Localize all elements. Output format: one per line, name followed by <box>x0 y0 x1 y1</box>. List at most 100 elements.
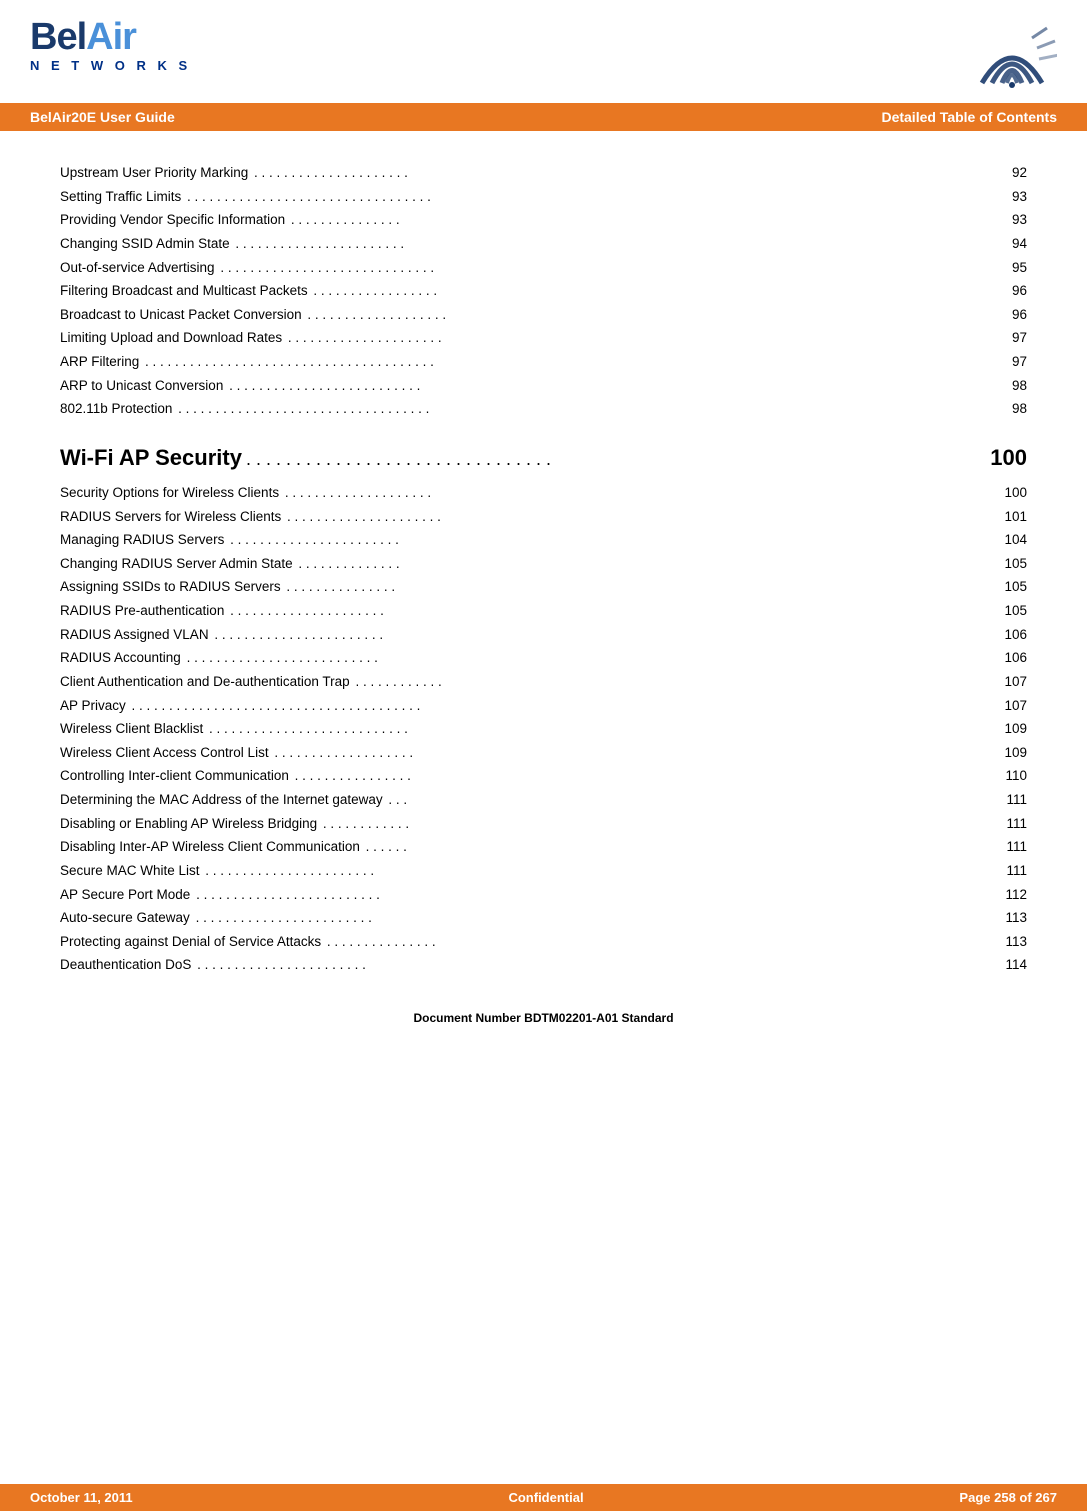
main-content: Upstream User Priority Marking . . . . .… <box>0 131 1087 1007</box>
toc-label: Managing RADIUS Servers <box>60 528 224 552</box>
toc-label: Controlling Inter-client Communication <box>60 764 289 788</box>
toc-label: Security Options for Wireless Clients <box>60 481 279 505</box>
toc-page: 96 <box>1012 279 1027 303</box>
toc-label: Broadcast to Unicast Packet Conversion <box>60 303 302 327</box>
toc-page: 95 <box>1012 256 1027 280</box>
belair-logo-text: BelAir <box>30 18 136 56</box>
footer-doc-number: Document Number BDTM02201-A01 Standard <box>0 1007 1087 1029</box>
toc-page: 105 <box>1004 599 1027 623</box>
section-heading-dots: . . . . . . . . . . . . . . . . . . . . … <box>246 449 986 470</box>
toc-page: 93 <box>1012 185 1027 209</box>
toc-label: RADIUS Servers for Wireless Clients <box>60 505 281 529</box>
toc-label: 802.11b Protection <box>60 397 172 421</box>
toc-dots: . . . . . . . . . . . . . . . . <box>291 764 1004 788</box>
toc-dots: . . . . . . . . . . . . . . . . . . . . … <box>193 953 1003 977</box>
toc-dots: . . . . . . . . . . . . . . . . . . . . … <box>183 185 1010 209</box>
toc-page: 107 <box>1004 694 1027 718</box>
toc-dots: . . . . . . . . . . . . . . . . . . . . … <box>226 599 1002 623</box>
toc-row-secure-port: AP Secure Port Mode . . . . . . . . . . … <box>60 883 1027 907</box>
toc-row-filtering: Filtering Broadcast and Multicast Packet… <box>60 279 1027 303</box>
toc-label: Filtering Broadcast and Multicast Packet… <box>60 279 308 303</box>
toc-row-traffic: Setting Traffic Limits . . . . . . . . .… <box>60 185 1027 209</box>
toc-row-deauth-dos: Deauthentication DoS . . . . . . . . . .… <box>60 953 1027 977</box>
toc-row-arp-unicast: ARP to Unicast Conversion . . . . . . . … <box>60 374 1027 398</box>
toc-page: 110 <box>1005 764 1027 788</box>
toc-label: Assigning SSIDs to RADIUS Servers <box>60 575 281 599</box>
toc-label: RADIUS Accounting <box>60 646 181 670</box>
toc-page: 97 <box>1012 326 1027 350</box>
toc-page: 111 <box>1006 859 1027 883</box>
toc-row-broadcast: Broadcast to Unicast Packet Conversion .… <box>60 303 1027 327</box>
toc-row-arp-filtering: ARP Filtering . . . . . . . . . . . . . … <box>60 350 1027 374</box>
toc-dots: . . . . . . <box>362 835 1005 859</box>
toc-label: Changing SSID Admin State <box>60 232 230 256</box>
toc-row-assigning-ssids: Assigning SSIDs to RADIUS Servers . . . … <box>60 575 1027 599</box>
toc-dots: . . . . . . . . . . . . . . . . . <box>310 279 1010 303</box>
logo-networks: N E T W O R K S <box>30 58 191 73</box>
section-heading-page: 100 <box>990 445 1027 471</box>
wifi-signal-icon <box>967 18 1057 88</box>
toc-page: 101 <box>1004 505 1027 529</box>
toc-dots: . . . . . . . . . . . . . . . . . . . . … <box>202 859 1005 883</box>
toc-label: Disabling Inter-AP Wireless Client Commu… <box>60 835 360 859</box>
footer-confidential: Confidential <box>508 1490 583 1505</box>
toc-row-disabling-inter-ap: Disabling Inter-AP Wireless Client Commu… <box>60 835 1027 859</box>
toc-row-denial-of-service: Protecting against Denial of Service Att… <box>60 930 1027 954</box>
toc-row-disabling-bridging: Disabling or Enabling AP Wireless Bridgi… <box>60 812 1027 836</box>
toc-dots: . . . . . . . . . . . . . . . . . . . <box>304 303 1010 327</box>
toc-dots: . . . . . . . . . . . . . . . . . . . . <box>281 481 1002 505</box>
toc-dots: . . . . . . . . . . . . <box>352 670 1003 694</box>
banner-title: BelAir20E User Guide <box>30 109 175 125</box>
toc-dots: . . . . . . . . . . . . . . <box>295 552 1003 576</box>
toc-dots: . . . <box>385 788 1005 812</box>
banner-subtitle: Detailed Table of Contents <box>881 109 1057 125</box>
toc-row-security-options: Security Options for Wireless Clients . … <box>60 481 1027 505</box>
toc-dots: . . . . . . . . . . . . . . . . . . . . … <box>141 350 1010 374</box>
toc-label: Deauthentication DoS <box>60 953 191 977</box>
toc-page: 114 <box>1005 953 1027 977</box>
toc-page: 97 <box>1012 350 1027 374</box>
toc-label: RADIUS Pre-authentication <box>60 599 224 623</box>
toc-row-upstream: Upstream User Priority Marking . . . . .… <box>60 161 1027 185</box>
toc-dots: . . . . . . . . . . . . . . . . . . . . … <box>283 505 1002 529</box>
toc-page: 107 <box>1004 670 1027 694</box>
toc-label: RADIUS Assigned VLAN <box>60 623 209 647</box>
toc-row-blacklist: Wireless Client Blacklist . . . . . . . … <box>60 717 1027 741</box>
toc-page: 111 <box>1006 788 1027 812</box>
toc-label: Setting Traffic Limits <box>60 185 181 209</box>
toc-page: 109 <box>1004 717 1027 741</box>
footer: October 11, 2011 Confidential Page 258 o… <box>0 1484 1087 1511</box>
toc-label: AP Secure Port Mode <box>60 883 190 907</box>
toc-row-vendor: Providing Vendor Specific Information . … <box>60 208 1027 232</box>
toc-row-managing-radius: Managing RADIUS Servers . . . . . . . . … <box>60 528 1027 552</box>
toc-row-auto-secure: Auto-secure Gateway . . . . . . . . . . … <box>60 906 1027 930</box>
toc-row-acl: Wireless Client Access Control List . . … <box>60 741 1027 765</box>
toc-row-mac-address: Determining the MAC Address of the Inter… <box>60 788 1027 812</box>
toc-page: 105 <box>1004 575 1027 599</box>
toc-row-radius-vlan: RADIUS Assigned VLAN . . . . . . . . . .… <box>60 623 1027 647</box>
section-heading-label: Wi-Fi AP Security <box>60 445 242 471</box>
toc-dots: . . . . . . . . . . . . . . . . . . . . … <box>284 326 1010 350</box>
toc-row-radius-servers: RADIUS Servers for Wireless Clients . . … <box>60 505 1027 529</box>
footer-page: Page 258 of 267 <box>959 1490 1057 1505</box>
toc-dots: . . . . . . . . . . . . . . . . . . . . … <box>232 232 1010 256</box>
toc-dots: . . . . . . . . . . . . . . . . . . . . … <box>226 528 1002 552</box>
toc-label: Protecting against Denial of Service Att… <box>60 930 321 954</box>
logo-air: Air <box>86 16 136 58</box>
toc-label: ARP to Unicast Conversion <box>60 374 223 398</box>
toc-dots: . . . . . . . . . . . . . . . . . . . . … <box>211 623 1003 647</box>
toc-page: 112 <box>1005 883 1027 907</box>
toc-row-ssid-admin: Changing SSID Admin State . . . . . . . … <box>60 232 1027 256</box>
toc-page: 113 <box>1005 906 1027 930</box>
toc-dots: . . . . . . . . . . . . . . . . . . . . … <box>217 256 1010 280</box>
toc-page: 93 <box>1012 208 1027 232</box>
toc-label: Secure MAC White List <box>60 859 200 883</box>
toc-page: 98 <box>1012 374 1027 398</box>
toc-page: 106 <box>1004 623 1027 647</box>
toc-label: Determining the MAC Address of the Inter… <box>60 788 383 812</box>
toc-dots: . . . . . . . . . . . . . . . . . . . . … <box>192 883 1003 907</box>
toc-page: 104 <box>1004 528 1027 552</box>
toc-label: Auto-secure Gateway <box>60 906 190 930</box>
toc-row-client-auth: Client Authentication and De-authenticat… <box>60 670 1027 694</box>
toc-label: ARP Filtering <box>60 350 139 374</box>
